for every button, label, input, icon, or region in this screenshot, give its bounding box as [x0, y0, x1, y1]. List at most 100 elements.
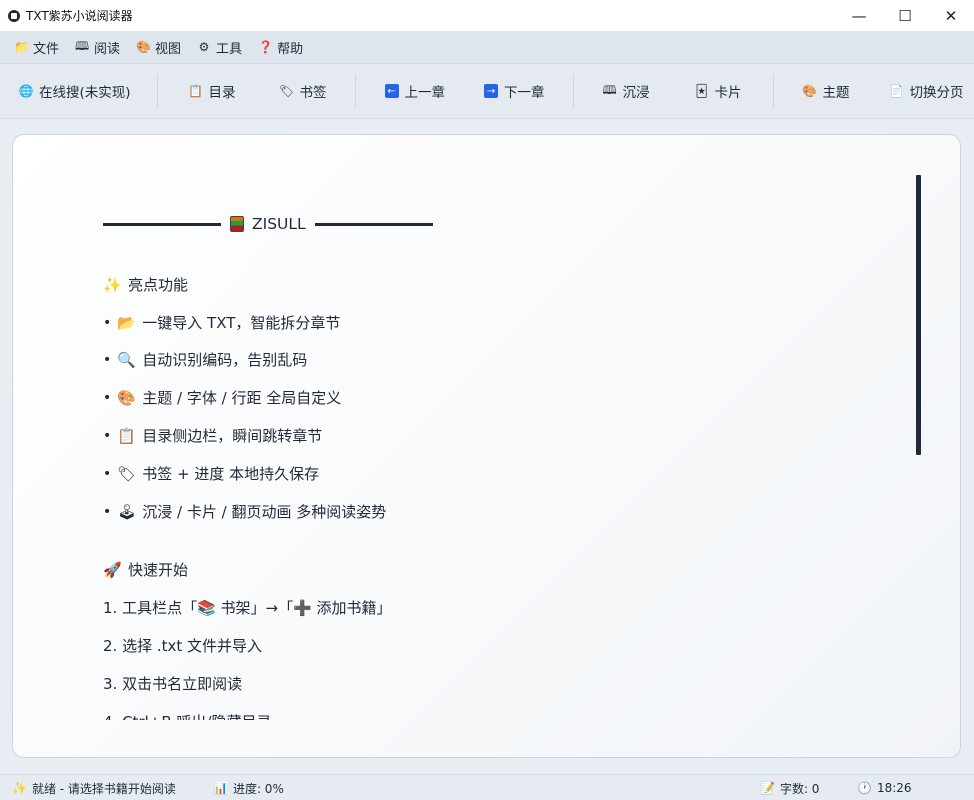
toolbar-separator [572, 74, 574, 108]
theme-label: 主题 [822, 85, 850, 101]
toc-label: 目录 [208, 85, 236, 101]
bookmark-button[interactable]: 🏷 书签 [279, 73, 327, 109]
toc-button[interactable]: 📋 目录 [188, 73, 236, 109]
gear-icon: ⚙ [198, 40, 210, 54]
menu-read-label: 阅读 [94, 41, 121, 57]
bookmark-label: 书签 [299, 85, 327, 101]
list-item: • 🔍 自动识别编码，告别乱码 [103, 350, 308, 370]
step-item: 2. 选择 .txt 文件并导入 [103, 637, 263, 655]
menu-help[interactable]: ❓ 帮助 [250, 34, 311, 60]
page-icon: 📄 [889, 84, 905, 98]
maximize-button[interactable]: ☐ [882, 0, 928, 31]
book-icon: 🕮 [75, 38, 90, 53]
list-item-text: 沉浸 / 卡片 / 翻页动画 多种阅读姿势 [142, 503, 387, 521]
heading-rule-left [103, 222, 221, 226]
menu-view-label: 视图 [155, 41, 182, 57]
toggle-paging-button[interactable]: 📄 切换分页 [889, 73, 964, 109]
folder-icon: 📂 [117, 313, 136, 332]
list-item: • 📋 目录侧边栏，瞬间跳转章节 [103, 426, 323, 446]
status-ready-text: 就绪 - 请选择书籍开始阅读 [31, 781, 176, 796]
menu-file[interactable]: 📁 文件 [6, 34, 67, 60]
toolbar-separator [772, 74, 774, 108]
quickstart-title-text: 快速开始 [128, 561, 189, 579]
features-title: ✨ 亮点功能 [103, 274, 188, 295]
tag-icon: 🏷 [117, 464, 137, 483]
menu-tools-label: 工具 [216, 41, 243, 57]
books-icon [230, 216, 244, 232]
card-button[interactable]: 🃏 卡片 [694, 73, 742, 109]
card-icon: 🃏 [695, 84, 708, 98]
menu-tools[interactable]: ⚙ 工具 [189, 34, 250, 60]
arrow-right-icon: → [484, 84, 499, 98]
toggle-paging-label: 切换分页 [909, 85, 964, 101]
status-time: 🕐 18:26 [857, 775, 912, 800]
sparkles-icon: ✨ [103, 275, 122, 294]
menu-view[interactable]: 🎨 视图 [128, 34, 189, 60]
quickstart-title: 🚀 快速开始 [103, 559, 188, 580]
toolbar-separator [156, 74, 158, 108]
tag-icon: 🏷 [278, 84, 295, 98]
online-search-label: 在线搜(未实现) [39, 85, 131, 101]
sparkles-icon: ✨ [12, 781, 27, 795]
scrollbar-thumb[interactable] [916, 175, 921, 455]
magnifier-icon: 🔍 [117, 350, 136, 369]
list-item-text: 一键导入 TXT，智能拆分章节 [142, 314, 341, 332]
step-item: 4. Ctrl+B 呼出/隐藏目录 [103, 711, 271, 720]
list-item: • 📂 一键导入 TXT，智能拆分章节 [103, 313, 341, 333]
immersive-label: 沉浸 [622, 85, 650, 101]
toolbar: 🌐 在线搜(未实现) 📋 目录 🏷 书签 ← 上一章 → 下一章 🕮 沉浸 🃏 … [0, 64, 974, 119]
menu-file-label: 文件 [33, 41, 60, 57]
prev-chapter-button[interactable]: ← 上一章 [384, 73, 446, 109]
immersive-button[interactable]: 🕮 沉浸 [602, 73, 650, 109]
status-word-count: 📝 字数: 0 [760, 775, 819, 800]
reader-content: ZISULL ✨ 亮点功能 • 📂 一键导入 TXT，智能拆分章节 • 🔍 自动… [103, 135, 883, 720]
clipboard-icon: 📋 [188, 84, 204, 98]
close-button[interactable]: ✕ [928, 0, 974, 31]
theme-button[interactable]: 🎨 主题 [802, 73, 850, 109]
book-heading: ZISULL [103, 215, 433, 233]
step-item: 3. 双击书名立即阅读 [103, 675, 243, 693]
prev-chapter-label: 上一章 [404, 85, 446, 101]
memo-icon: 📝 [760, 781, 775, 795]
menu-read[interactable]: 🕮 阅读 [67, 34, 128, 60]
list-item: • 🎨 主题 / 字体 / 行距 全局自定义 [103, 388, 342, 408]
features-title-text: 亮点功能 [128, 276, 189, 294]
list-item-text: 目录侧边栏，瞬间跳转章节 [142, 427, 323, 445]
menu-bar: 📁 文件 🕮 阅读 🎨 视图 ⚙ 工具 ❓ 帮助 [0, 31, 974, 64]
list-item-text: 自动识别编码，告别乱码 [142, 351, 308, 369]
status-word-count-text: 字数: 0 [779, 781, 820, 796]
minimize-button[interactable]: — [836, 0, 882, 31]
step-item: 1. 工具栏点「📚 书架」→「➕ 添加书籍」 [103, 599, 392, 617]
status-time-text: 18:26 [876, 781, 912, 795]
next-chapter-label: 下一章 [504, 85, 545, 101]
next-chapter-button[interactable]: → 下一章 [483, 73, 545, 109]
app-icon [8, 9, 20, 22]
palette-icon: 🎨 [136, 40, 151, 54]
arrow-left-icon: ← [384, 84, 399, 98]
menu-help-label: 帮助 [277, 41, 304, 57]
reader-panel[interactable]: ZISULL ✨ 亮点功能 • 📂 一键导入 TXT，智能拆分章节 • 🔍 自动… [12, 134, 961, 758]
heading-rule-right [314, 222, 433, 226]
clipboard-icon: 📋 [117, 426, 136, 445]
rocket-icon: 🚀 [103, 560, 122, 579]
status-bar: ✨ 就绪 - 请选择书籍开始阅读 📊 进度: 0% 📝 字数: 0 🕐 18:2… [0, 774, 974, 800]
folder-icon: 📁 [14, 40, 29, 54]
status-progress: 📊 进度: 0% [213, 775, 284, 800]
window-controls: — ☐ ✕ [836, 0, 974, 31]
status-progress-text: 进度: 0% [232, 781, 284, 796]
list-item: • 🕹 沉浸 / 卡片 / 翻页动画 多种阅读姿势 [103, 502, 387, 522]
clock-icon: 🕐 [857, 781, 872, 795]
chart-icon: 📊 [213, 781, 228, 795]
toolbar-separator [354, 74, 356, 108]
list-item-text: 书签 + 进度 本地持久保存 [142, 465, 320, 483]
globe-icon: 🌐 [18, 84, 34, 98]
question-icon: ❓ [258, 40, 274, 54]
title-bar: TXT紫苏小说阅读器 — ☐ ✕ [0, 0, 974, 31]
online-search-button[interactable]: 🌐 在线搜(未实现) [18, 73, 131, 109]
card-label: 卡片 [714, 85, 742, 101]
heading-text: ZISULL [252, 215, 306, 233]
palette-icon: 🎨 [802, 84, 818, 98]
palette-icon: 🎨 [117, 388, 136, 407]
status-ready: ✨ 就绪 - 请选择书籍开始阅读 [12, 775, 176, 800]
joystick-icon: 🕹 [117, 502, 137, 521]
